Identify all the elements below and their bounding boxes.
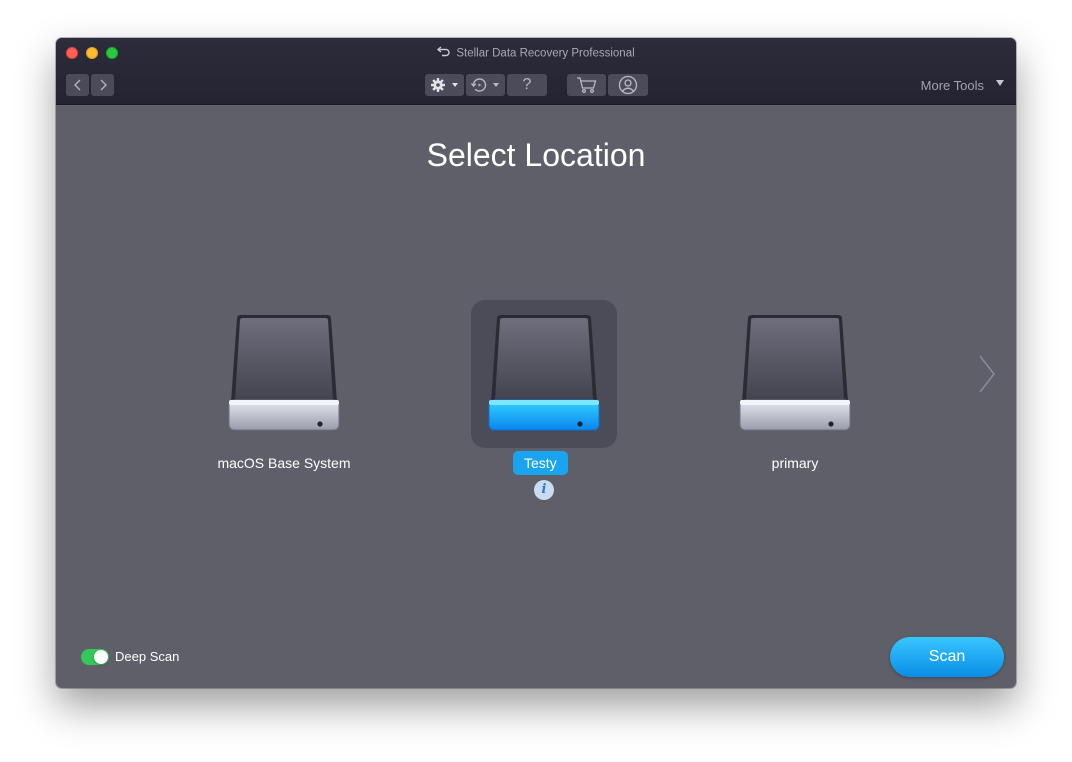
deep-scan-toggle[interactable] — [81, 649, 109, 665]
cart-icon — [576, 77, 596, 94]
dropdown-caret-icon — [493, 83, 499, 87]
title-bar: Stellar Data Recovery Professional ? Mor… — [56, 38, 1016, 105]
drive-label-testy[interactable]: Testy — [513, 451, 568, 475]
account-button[interactable] — [608, 74, 648, 96]
chevron-right-icon — [100, 79, 107, 91]
hard-drive-icon — [739, 315, 851, 431]
scan-button[interactable]: Scan — [890, 637, 1004, 677]
app-window: Stellar Data Recovery Professional ? Mor… — [56, 38, 1016, 688]
dropdown-caret-icon — [451, 83, 458, 87]
drive-primary[interactable] — [722, 300, 868, 448]
window-title-bar: Stellar Data Recovery Professional — [56, 45, 1016, 62]
drive-macos-base-system[interactable] — [211, 300, 357, 448]
history-menu-button[interactable] — [466, 74, 505, 96]
drive-testy[interactable] — [471, 300, 617, 448]
cart-button[interactable] — [567, 74, 606, 96]
settings-menu-button[interactable] — [425, 74, 464, 96]
more-tools-menu[interactable]: More Tools — [921, 78, 984, 94]
hard-drive-icon — [228, 315, 340, 431]
window-title: Stellar Data Recovery Professional — [456, 47, 635, 60]
help-button[interactable]: ? — [507, 74, 547, 96]
question-icon: ? — [522, 76, 532, 93]
history-icon — [470, 78, 487, 92]
chevron-right-icon[interactable] — [976, 354, 998, 394]
chevron-left-icon — [73, 79, 80, 91]
chevron-down-icon[interactable] — [996, 80, 1004, 86]
toggle-knob — [94, 650, 108, 664]
drive-label-primary[interactable]: primary — [722, 453, 868, 473]
gear-icon — [430, 78, 445, 92]
forward-button[interactable] — [91, 74, 114, 96]
drive-label-macos-base-system[interactable]: macOS Base System — [211, 453, 357, 473]
back-button[interactable] — [66, 74, 89, 96]
deep-scan-label: Deep Scan — [115, 649, 180, 664]
user-icon — [618, 75, 638, 95]
info-icon[interactable]: i — [534, 480, 554, 500]
page-title: Select Location — [426, 137, 646, 173]
stellar-app-icon — [437, 45, 451, 62]
hard-drive-icon — [488, 315, 600, 431]
